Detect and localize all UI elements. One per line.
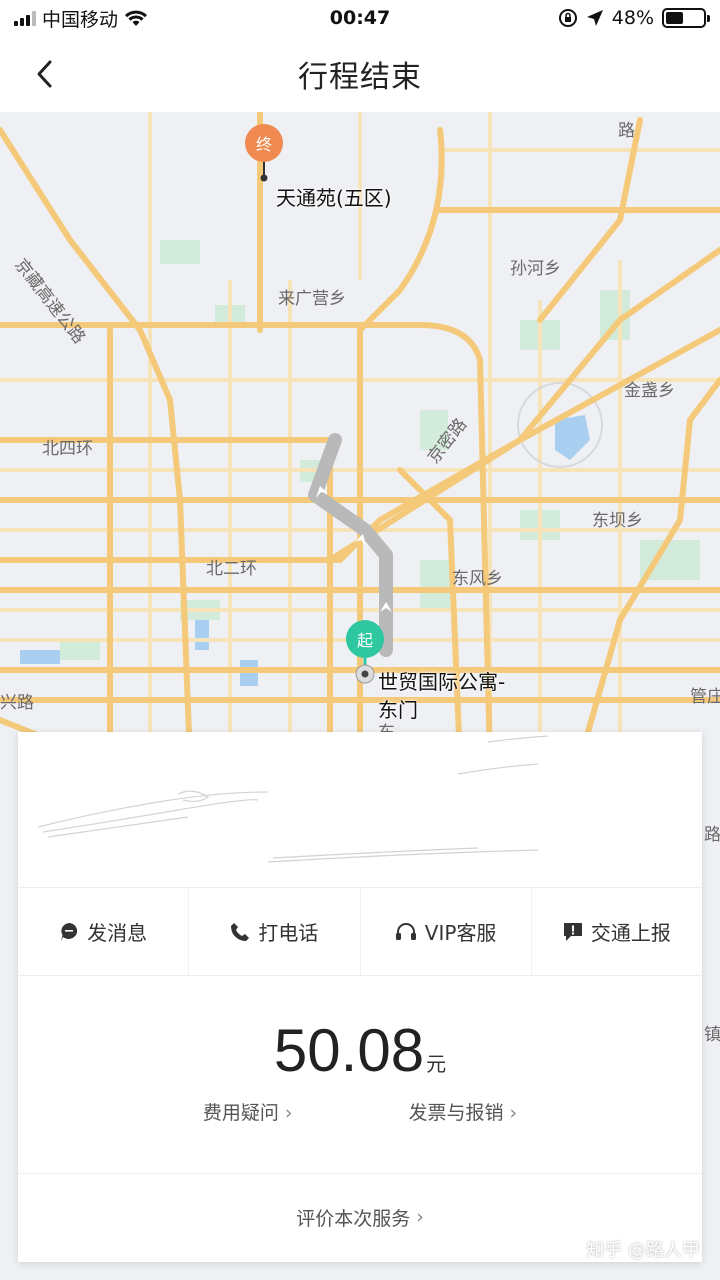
map-label-guanzhuang: 管庄: [690, 687, 720, 707]
wifi-icon: [125, 10, 148, 26]
start-pin: 起: [346, 620, 384, 658]
status-left: 中国移动: [14, 5, 148, 32]
watermark: 知乎 @路人甲: [586, 1240, 700, 1261]
redaction-scribble: [37, 735, 549, 863]
fare-display: 50.08 元: [18, 1016, 702, 1085]
call-button[interactable]: 打电话: [189, 888, 361, 975]
message-bubble-icon: [61, 922, 78, 941]
start-place-label-line1: 世贸国际公寓-: [378, 670, 506, 694]
call-label: 打电话: [258, 921, 319, 945]
chevron-left-icon: [37, 60, 52, 88]
location-arrow-icon: [586, 10, 603, 26]
map-label-dongfeng: 东风乡: [452, 569, 503, 589]
status-right: 48%: [558, 7, 710, 29]
battery-level: [666, 12, 684, 24]
map-label-jinzhan: 金盏乡: [624, 381, 675, 401]
page-title: 行程结束: [298, 60, 422, 95]
traffic-report-label: 交通上报: [590, 921, 671, 945]
battery-percent: 48%: [611, 7, 654, 29]
rate-service-label: 评价本次服务: [296, 1207, 411, 1230]
action-bar: 发消息 打电话 VIP客服 交通上报: [18, 888, 702, 976]
fare-unit: 元: [426, 1052, 447, 1076]
report-alert-icon: [563, 922, 582, 941]
phone-icon: [231, 922, 250, 941]
map-label-lu-right: 路: [704, 825, 720, 845]
end-pin: 终: [245, 124, 283, 162]
trip-summary-card: 发消息 打电话 VIP客服 交通上报 50.08 元 费用疑问 › 发票与报销 …: [18, 732, 702, 1262]
chevron-right-icon: ›: [509, 1102, 518, 1124]
status-bar: 中国移动 00:47 48%: [0, 0, 720, 36]
end-place-label: 天通苑(五区): [276, 186, 392, 210]
fare-links: 费用疑问 › 发票与报销 ›: [18, 1098, 702, 1125]
carrier-name: 中国移动: [42, 8, 119, 31]
invoice-link[interactable]: 发票与报销 ›: [409, 1098, 518, 1125]
invoice-label: 发票与报销: [408, 1102, 504, 1124]
headset-icon: [395, 922, 416, 940]
map-label-beisihuan: 北四环: [42, 439, 93, 459]
map-label-laiguangying: 来广营乡: [278, 289, 346, 309]
map-label-beierhuan: 北二环: [206, 559, 257, 579]
map-label-sunhe: 孙河乡: [510, 259, 561, 279]
fare-question-link[interactable]: 费用疑问 ›: [203, 1098, 293, 1125]
map-label-lu: 路: [618, 121, 635, 141]
driver-info-redacted: [18, 732, 702, 888]
battery-icon: [662, 8, 710, 28]
fare-section: 50.08 元 费用疑问 › 发票与报销 ›: [18, 976, 702, 1174]
map-label-zhen-right: 镇: [704, 1025, 720, 1045]
fare-amount: 50.08: [273, 1017, 425, 1084]
signal-icon: [14, 10, 36, 26]
back-button[interactable]: [26, 56, 62, 92]
vip-service-label: VIP客服: [424, 921, 497, 945]
chevron-right-icon: ›: [416, 1206, 424, 1228]
send-message-label: 发消息: [87, 921, 148, 945]
traffic-report-button[interactable]: 交通上报: [532, 888, 702, 975]
map-label-xinglu: 兴路: [0, 693, 34, 713]
chevron-right-icon: ›: [284, 1102, 293, 1124]
rotation-lock-icon: [558, 9, 577, 27]
map-label-dongba: 东坝乡: [592, 511, 643, 531]
vip-service-button[interactable]: VIP客服: [361, 888, 532, 975]
fare-question-label: 费用疑问: [202, 1102, 279, 1124]
nav-bar: 行程结束: [0, 36, 720, 112]
send-message-button[interactable]: 发消息: [18, 888, 190, 975]
